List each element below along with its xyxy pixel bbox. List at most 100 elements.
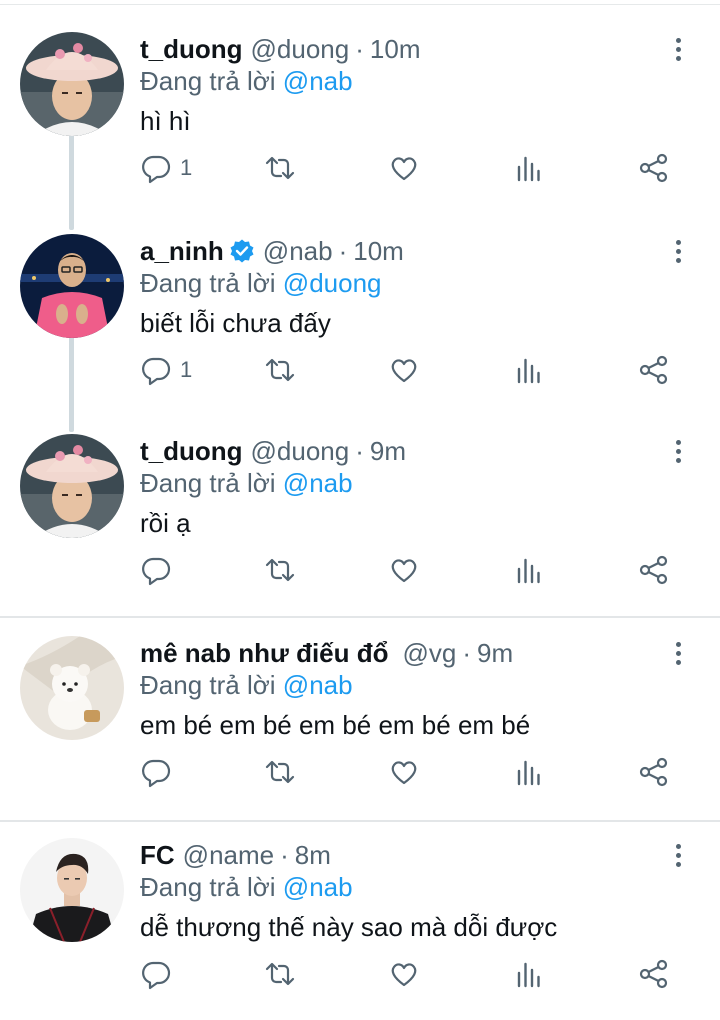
replying-to-label: Đang trả lời	[140, 66, 276, 96]
more-icon[interactable]	[668, 234, 688, 268]
retweet-button[interactable]	[264, 352, 296, 388]
replying-to-label: Đang trả lời	[140, 468, 276, 498]
avatar-pink-shirt-image	[20, 234, 124, 338]
reply-icon	[142, 155, 171, 184]
timestamp[interactable]: 10m	[370, 34, 421, 65]
views-button[interactable]	[514, 754, 546, 790]
like-button[interactable]	[388, 754, 420, 790]
user-handle[interactable]: @duong	[251, 34, 350, 65]
like-button[interactable]	[388, 352, 420, 388]
avatar[interactable]	[20, 434, 124, 538]
views-icon	[517, 358, 540, 384]
replying-to-link[interactable]: @nab	[283, 66, 353, 96]
reply-button[interactable]: 1	[140, 150, 192, 186]
more-icon[interactable]	[668, 838, 688, 872]
share-button[interactable]	[638, 150, 670, 186]
reply-icon	[142, 759, 171, 788]
display-name[interactable]: t_duong	[140, 436, 243, 467]
share-icon	[639, 153, 668, 183]
reply-button[interactable]	[140, 754, 172, 790]
replying-to-label: Đang trả lời	[140, 670, 276, 700]
tweet-text: rồi ạ	[140, 508, 191, 538]
user-handle[interactable]: @vg	[403, 638, 457, 669]
replying-to-label: Đang trả lời	[140, 268, 276, 298]
more-icon[interactable]	[668, 32, 688, 66]
tweet[interactable]: t_duong @duong · 9m Đang trả lời @nab rồ…	[0, 434, 720, 604]
separator-dot: ·	[355, 33, 364, 64]
reply-icon	[142, 961, 171, 990]
share-button[interactable]	[638, 352, 670, 388]
share-button[interactable]	[638, 754, 670, 790]
user-handle[interactable]: @name	[183, 840, 274, 871]
display-name[interactable]: mê nab như điếu đổ	[140, 638, 389, 669]
views-button[interactable]	[514, 956, 546, 992]
tweet-divider	[0, 616, 720, 618]
tweet-header: mê nab như điếu đổ @vg · 9m	[140, 636, 513, 670]
retweet-icon	[265, 962, 295, 986]
top-divider	[0, 4, 720, 5]
views-icon	[517, 760, 540, 786]
like-button[interactable]	[388, 150, 420, 186]
replying-to: Đang trả lời @nab	[140, 670, 353, 701]
tweet-text: em bé em bé em bé em bé em bé	[140, 710, 531, 740]
display-name[interactable]: a_ninh	[140, 236, 224, 267]
retweet-button[interactable]	[264, 552, 296, 588]
more-icon[interactable]	[668, 636, 688, 670]
reply-icon	[142, 357, 171, 386]
share-button[interactable]	[638, 956, 670, 992]
timestamp[interactable]: 9m	[477, 638, 513, 669]
more-icon[interactable]	[668, 434, 688, 468]
tweet-text: biết lỗi chưa đấy	[140, 308, 331, 338]
tweet[interactable]: a_ninh @nab · 10m Đang trả lời @duong bi…	[0, 234, 720, 404]
retweet-button[interactable]	[264, 956, 296, 992]
views-button[interactable]	[514, 352, 546, 388]
action-bar: 1	[140, 150, 680, 186]
action-bar	[140, 956, 680, 992]
tweet[interactable]: FC @name · 8m Đang trả lời @nab dễ thươn…	[0, 838, 720, 1008]
action-bar: 1	[140, 352, 680, 388]
retweet-button[interactable]	[264, 754, 296, 790]
tweet-header: t_duong @duong · 10m	[140, 32, 420, 66]
views-button[interactable]	[514, 552, 546, 588]
tweet[interactable]: mê nab như điếu đổ @vg · 9m Đang trả lời…	[0, 636, 720, 806]
share-icon	[639, 757, 668, 787]
avatar[interactable]	[20, 838, 124, 942]
timestamp[interactable]: 9m	[370, 436, 406, 467]
like-icon	[391, 963, 417, 987]
replying-to-link[interactable]: @nab	[283, 872, 353, 902]
avatar[interactable]	[20, 636, 124, 740]
views-button[interactable]	[514, 150, 546, 186]
retweet-icon	[265, 558, 295, 582]
share-button[interactable]	[638, 552, 670, 588]
avatar[interactable]	[20, 32, 124, 136]
like-button[interactable]	[388, 552, 420, 588]
retweet-button[interactable]	[264, 150, 296, 186]
reply-icon	[142, 557, 171, 586]
display-name[interactable]: FC	[140, 840, 175, 871]
reply-count: 1	[180, 155, 193, 180]
tweet-divider	[0, 820, 720, 822]
timestamp[interactable]: 10m	[353, 236, 404, 267]
tweet-header: FC @name · 8m	[140, 838, 331, 872]
reply-button[interactable]: 1	[140, 352, 192, 388]
like-button[interactable]	[388, 956, 420, 992]
like-icon	[391, 359, 417, 383]
timestamp[interactable]: 8m	[295, 840, 331, 871]
replying-to-link[interactable]: @duong	[283, 268, 382, 298]
tweet-text: hì hì	[140, 106, 191, 136]
reply-button[interactable]	[140, 956, 172, 992]
replying-to-link[interactable]: @nab	[283, 468, 353, 498]
replying-to: Đang trả lời @nab	[140, 468, 353, 499]
avatar[interactable]	[20, 234, 124, 338]
replying-to-link[interactable]: @nab	[283, 670, 353, 700]
display-name[interactable]: t_duong	[140, 34, 243, 65]
user-handle[interactable]: @nab	[263, 236, 333, 267]
reply-button[interactable]	[140, 552, 172, 588]
avatar-pink-hat-image	[20, 434, 124, 538]
user-handle[interactable]: @duong	[251, 436, 350, 467]
avatar-black-top-image	[20, 838, 124, 942]
views-icon	[517, 558, 540, 584]
action-bar	[140, 754, 680, 790]
share-icon	[639, 355, 668, 385]
tweet[interactable]: t_duong @duong · 10m Đang trả lời @nab h…	[0, 32, 720, 202]
